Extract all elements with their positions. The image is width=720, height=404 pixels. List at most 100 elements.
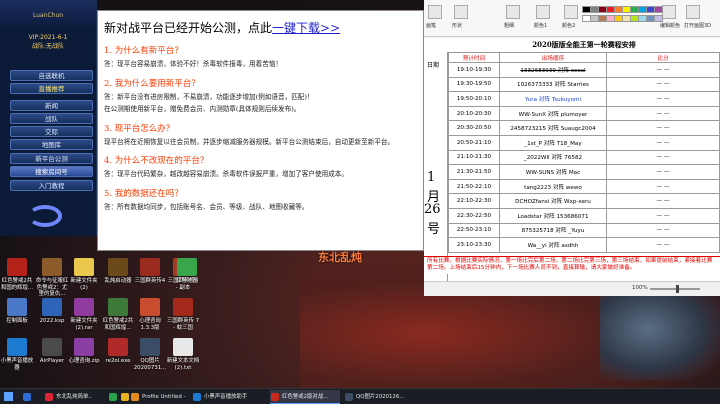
refresh-icon[interactable] xyxy=(28,205,62,227)
match-time: 22:50-23:10 xyxy=(448,222,500,239)
download-link[interactable]: 一键下载>> xyxy=(272,21,340,35)
date-char: 1 xyxy=(427,170,436,185)
table-row[interactable]: 21:30-21:50 WW-SUNS 对阵 Mac — — xyxy=(448,164,720,180)
desktop-icon[interactable]: 新建文本文档(2).txt xyxy=(166,338,200,371)
match-players: Yura 对阵 Tsukuyomi xyxy=(499,91,607,107)
table-row[interactable]: 21:10-21:30 _2022Wll 对阵 76582— — xyxy=(448,149,720,166)
table-row[interactable]: 22:10-22:30 DCHOZfansi 对阵 Wxp-xeru — — xyxy=(448,193,720,209)
match-score: — — xyxy=(606,91,720,107)
taskbar-item[interactable]: 红色警戒2版对战... xyxy=(270,390,340,404)
client-menu-item[interactable]: 交际 xyxy=(10,126,93,137)
table-row[interactable]: 20:30-20:50 2458723215 对阵 Suaugc2004— — xyxy=(448,120,720,136)
match-players: 2458723215 对阵 Suaugc2004 xyxy=(499,120,607,136)
desktop-icon[interactable]: AirPlayer xyxy=(35,338,69,365)
brush-icon[interactable] xyxy=(428,5,442,19)
ribbon-label: 粗细 xyxy=(504,23,515,29)
taskbar-item[interactable]: 东北乱炖简单.. xyxy=(44,390,104,404)
color-icon[interactable] xyxy=(536,5,550,19)
table-row[interactable]: 20:10-20:30 WW-SunX 对阵 plumoyer — — xyxy=(448,105,720,122)
desktop-icon[interactable]: 红警地图 xyxy=(170,258,204,285)
zoom-slider[interactable] xyxy=(650,288,700,290)
desktop-icon[interactable]: 乱炖启动器 xyxy=(101,258,135,285)
desktop-icon-label: 心理咨询.zip xyxy=(68,358,100,364)
client-menu-item[interactable]: 搜索房间号 xyxy=(10,166,93,177)
desktop-icon[interactable]: re2ol.exe xyxy=(101,338,135,365)
palette-icon[interactable] xyxy=(662,5,676,19)
taskbar: 东北乱炖简单.. Profile Untitled - ... 小黑声音播放助手红色… xyxy=(0,388,720,404)
client-menu-item[interactable]: 直播推荐 xyxy=(10,83,93,94)
client-menu-item[interactable]: 新平台公测 xyxy=(10,153,93,164)
desktop-icon-label: 新建文件夹(2) xyxy=(70,278,98,291)
match-time: 20:30-20:50 xyxy=(448,120,500,136)
file-icon xyxy=(7,298,27,316)
taskbar-item[interactable] xyxy=(22,390,38,404)
client-menu-item[interactable]: 自选联机 xyxy=(10,70,93,81)
desktop-icon[interactable]: 新建文件夹(2) xyxy=(67,258,101,291)
table-row[interactable]: 22:50-23:10 875325718 对阵 _Yuyu — — xyxy=(448,222,720,239)
color-swatch[interactable] xyxy=(654,15,663,22)
rules-note: 所有比赛，根据比赛实际情况，第一场比完后第二场，第二场比完第三场，第三场结束，如… xyxy=(424,256,720,274)
ribbon-label: 形状 xyxy=(452,23,463,29)
desktop-icon-label: AirPlayer xyxy=(39,358,65,364)
match-score: — — xyxy=(606,222,720,239)
file-icon xyxy=(7,338,27,356)
shape-icon[interactable] xyxy=(454,5,468,19)
faq-answer: 答：所有数据均同步，包括账号名、会员、等级、战队、地图收藏等。 xyxy=(104,202,309,211)
schedule-title: 2020版版全能王第一轮赛程安排 xyxy=(532,40,636,49)
client-menu-item[interactable]: 地图库 xyxy=(10,139,93,150)
table-row[interactable]: 20:50-21:10 _1st_P 对阵 T18_May — — xyxy=(448,134,720,151)
desktop-icon[interactable]: 红色警戒2共和国的辉煌... xyxy=(0,258,34,291)
desktop-icon[interactable]: 命令与征服红色警戒2：尤里的复仇... xyxy=(35,258,69,298)
size-icon[interactable] xyxy=(506,5,520,19)
match-score: — — xyxy=(606,207,720,224)
start-button[interactable] xyxy=(4,392,13,401)
match-players: _2022Wll 对阵 76582 xyxy=(499,149,607,166)
desktop-icon[interactable]: 心理咨询.zip xyxy=(67,338,101,365)
table-row[interactable]: 19:30-19:50 1026373333 对阵 Starries — — xyxy=(448,76,720,93)
desktop-icon[interactable]: 新建文件夹(2).rar xyxy=(67,298,101,331)
faq-question: 5. 我的数据还在吗？ xyxy=(104,188,183,199)
taskbar-item[interactable]: QQ图片2020126... xyxy=(344,390,410,404)
taskbar-item[interactable] xyxy=(108,390,120,404)
file-icon xyxy=(173,338,193,356)
color-icon[interactable] xyxy=(564,5,578,19)
file-icon xyxy=(108,258,128,276)
desktop-icon-label: 小黑声音播放器 xyxy=(0,358,34,371)
desktop-icon[interactable]: 2022.ksp xyxy=(35,298,69,325)
table-row[interactable]: 19:50-20:10 Yura 对阵 Tsukuyomi — — xyxy=(448,91,720,107)
table-row[interactable]: 21:50-22:10 tang2223 对阵 wewo — — xyxy=(448,178,720,195)
desktop-icon[interactable]: 三国群英传 7 - 蚊三国 xyxy=(166,298,200,331)
taskbar-item[interactable]: Profile Untitled - ... xyxy=(130,390,188,404)
color-swatch[interactable] xyxy=(654,6,663,13)
table-row[interactable]: 23:10-23:30 Wa__yi 对阵 asdhh — — xyxy=(448,237,720,253)
file-icon xyxy=(74,258,94,276)
file-icon xyxy=(108,338,128,356)
announcement-headline: 新对战平台已经开始公测，点此一键下载>> xyxy=(104,21,341,35)
ribbon-label: 画笔 xyxy=(426,23,437,29)
zoom-thumb[interactable] xyxy=(676,285,679,293)
announcement-window: 新对战平台已经开始公测，点此一键下载>> 1. 为什么有新平台？ 答：现平台容易崩… xyxy=(97,10,424,251)
match-score: — — xyxy=(606,237,720,253)
desktop-icon[interactable]: QQ图片20200731... xyxy=(133,338,167,371)
table-row[interactable]: 22:30-22:50 Loadstar 对阵 153686071— — xyxy=(448,207,720,224)
match-time: 19:30-19:50 xyxy=(448,76,500,93)
match-score: — — xyxy=(606,164,720,180)
table-row[interactable]: 19:10-19:30 1332683939 对阵 ocoal — — xyxy=(448,62,720,78)
desktop-icon-label: 新建文本文档(2).txt xyxy=(166,358,200,371)
match-players: Wa__yi 对阵 asdhh xyxy=(499,237,607,253)
desktop-icon[interactable]: 心理咨询 1.3.3版 xyxy=(133,298,167,331)
schedule-sheet: 2020版版全能王第一轮赛程安排 日期 1 月 26 号 预计时间 出场顺序 比分 19:… xyxy=(424,38,720,296)
schedule-table: 预计时间 出场顺序 比分 19:10-19:30 1332683939 对阵 ocoa… xyxy=(448,52,720,253)
ribbon-toolbar: 画笔 形状 粗细 颜色1 颜色2 编辑颜色 打开画图3D xyxy=(424,0,720,37)
desktop-icon[interactable]: 三国群英传4 xyxy=(133,258,167,285)
paint3d-icon[interactable] xyxy=(686,5,700,19)
desktop-icon[interactable]: 控制面板 xyxy=(0,298,34,325)
client-menu-item[interactable]: 新闻 xyxy=(10,100,93,111)
desktop-icon[interactable]: 小黑声音播放器 xyxy=(0,338,34,371)
faq-answer: 在公测期使用新平台，赠免费会员、内测勋章(具体规则后续发布)。 xyxy=(104,105,301,113)
desktop-icon[interactable]: 红色警戒2共和国辉煌... xyxy=(101,298,135,331)
date-char: 号 xyxy=(427,222,441,237)
client-menu-item[interactable]: 入门教程 xyxy=(10,180,93,191)
client-menu-item[interactable]: 战队 xyxy=(10,113,93,124)
taskbar-item[interactable]: 小黑声音播放助手 xyxy=(192,390,266,404)
